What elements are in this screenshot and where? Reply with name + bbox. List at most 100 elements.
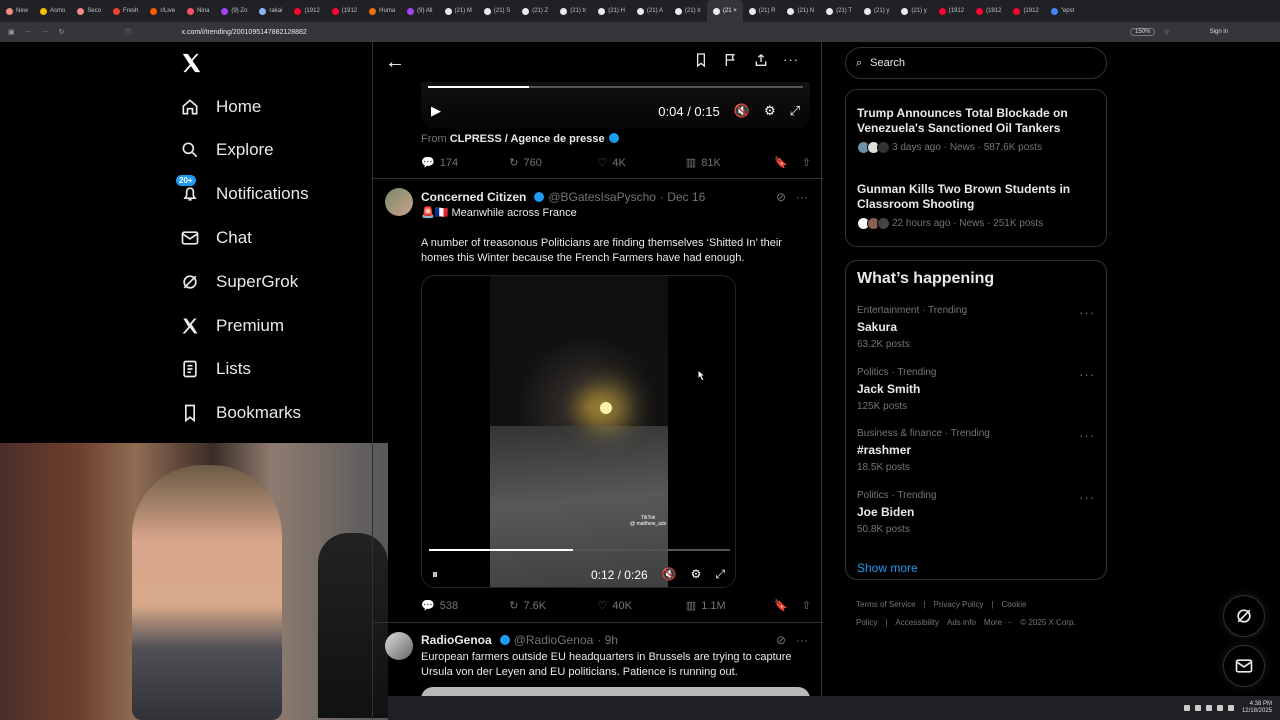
- footer-link[interactable]: Ads info: [947, 618, 976, 627]
- author-name[interactable]: RadioGenoa: [421, 633, 492, 647]
- pause-icon[interactable]: ⏸: [432, 567, 438, 582]
- author-name[interactable]: Concerned Citizen: [421, 190, 526, 204]
- like-button[interactable]: ♡ 40K: [598, 599, 686, 613]
- grok-post-icon[interactable]: ⊘: [776, 190, 786, 204]
- show-more-link[interactable]: Show more: [857, 561, 918, 575]
- site-info-icon[interactable]: ⓘ: [125, 27, 132, 37]
- browser-tab[interactable]: (9) Zo: [215, 0, 253, 22]
- avatar-radiogenoa[interactable]: [385, 632, 413, 660]
- back-browser-icon[interactable]: ←: [25, 28, 32, 36]
- author-handle[interactable]: @RadioGenoa: [514, 633, 594, 647]
- bookmark-toolbar-icon[interactable]: [693, 52, 709, 68]
- browser-tab[interactable]: (1912: [1007, 0, 1044, 22]
- like-button[interactable]: ♡ 4K: [598, 156, 686, 170]
- footer-link[interactable]: Terms of Service: [856, 600, 916, 609]
- tray-icon[interactable]: [1205, 705, 1212, 711]
- trend-more-icon[interactable]: ···: [1079, 305, 1095, 320]
- tray-icon[interactable]: [1194, 705, 1201, 711]
- views-button[interactable]: ▥ 81K: [686, 156, 774, 170]
- tray-icon[interactable]: [1227, 705, 1234, 711]
- trend-more-icon[interactable]: ···: [1079, 490, 1095, 505]
- trend-more-icon[interactable]: ···: [1079, 428, 1095, 443]
- browser-tab[interactable]: (21) y: [895, 0, 932, 22]
- trend-more-icon[interactable]: ···: [1079, 367, 1095, 382]
- search-input[interactable]: ⌕ Search: [845, 47, 1107, 79]
- fullscreen-icon[interactable]: ⤢: [790, 103, 800, 119]
- footer-link[interactable]: Accessibility: [895, 618, 939, 627]
- post-date[interactable]: · Dec 16: [660, 190, 705, 204]
- browser-tab[interactable]: (1912: [326, 0, 363, 22]
- nav-premium[interactable]: Premium: [180, 316, 284, 336]
- trend-item[interactable]: Politics · Trending Joe Biden 50.8K post…: [857, 490, 1095, 535]
- url-text[interactable]: x.com/i/trending/2001095147882128882: [182, 29, 307, 36]
- play-icon[interactable]: ▶: [431, 103, 441, 119]
- video-player-1[interactable]: ▶ 0:04 / 0:15 🔇 ⚙ ⤢: [421, 82, 810, 129]
- trend-item[interactable]: Entertainment · Trending Sakura 63.2K po…: [857, 305, 1095, 350]
- post-more-icon[interactable]: ···: [796, 190, 808, 204]
- profile-signin[interactable]: Sign in: [1210, 29, 1228, 35]
- flag-icon[interactable]: [723, 52, 739, 68]
- browser-tab[interactable]: Seco: [71, 0, 107, 22]
- browser-tab[interactable]: (21) S: [478, 0, 516, 22]
- browser-tab[interactable]: (1912: [970, 0, 1007, 22]
- footer-link[interactable]: More ···: [984, 618, 1012, 627]
- nav-chat[interactable]: Chat: [180, 228, 252, 248]
- nav-notifications[interactable]: 20+ Notifications: [176, 175, 309, 204]
- nav-lists[interactable]: Lists: [180, 359, 251, 379]
- grok-floating-button[interactable]: [1223, 595, 1265, 637]
- browser-tab[interactable]: (9) All: [401, 0, 438, 22]
- browser-tab[interactable]: (21) y: [858, 0, 895, 22]
- forward-browser-icon[interactable]: →: [42, 28, 49, 36]
- back-arrow-icon[interactable]: ←: [385, 52, 405, 72]
- trend-item[interactable]: Business & finance · Trending #rashmer 1…: [857, 428, 1095, 473]
- browser-tab[interactable]: New: [0, 0, 34, 22]
- share-post-icon[interactable]: ⇧: [802, 599, 811, 612]
- nav-bookmarks[interactable]: Bookmarks: [180, 403, 301, 423]
- video-progress-bar[interactable]: [429, 549, 730, 551]
- browser-tab[interactable]: (21) R: [743, 0, 782, 22]
- reply-button[interactable]: 💬 538: [421, 599, 509, 613]
- browser-tab[interactable]: Fresh: [107, 0, 144, 22]
- browser-tab[interactable]: (1912: [933, 0, 970, 22]
- settings-icon[interactable]: ⚙: [691, 567, 702, 582]
- browser-tab[interactable]: (21) Ir: [669, 0, 707, 22]
- zoom-indicator[interactable]: 150%: [1130, 28, 1156, 36]
- video-progress-bar[interactable]: [428, 86, 803, 88]
- browser-tab[interactable]: (21) tr: [554, 0, 592, 22]
- star-icon[interactable]: ☆: [1163, 28, 1169, 36]
- browser-tab[interactable]: Huma: [363, 0, 401, 22]
- tray-icon[interactable]: [1183, 705, 1190, 711]
- footer-link[interactable]: © 2025 X Corp.: [1020, 618, 1075, 627]
- browser-tab[interactable]: (21) A: [631, 0, 669, 22]
- browser-tab[interactable]: (21) Z: [516, 0, 554, 22]
- browser-tab[interactable]: Asmo: [34, 0, 71, 22]
- share-post-icon[interactable]: ⇧: [802, 156, 811, 169]
- repost-button[interactable]: ↻ 760: [509, 156, 597, 170]
- fullscreen-icon[interactable]: ⤢: [715, 567, 725, 582]
- browser-tab[interactable]: (21) T: [820, 0, 858, 22]
- browser-tab[interactable]: (21) H: [592, 0, 631, 22]
- reload-icon[interactable]: ↻: [59, 28, 65, 36]
- x-logo[interactable]: [180, 52, 202, 74]
- post-more-icon[interactable]: ···: [796, 633, 808, 647]
- repost-button[interactable]: ↻ 7.6K: [509, 599, 597, 613]
- bookmark-post-icon[interactable]: 🔖: [774, 156, 788, 169]
- browser-tab[interactable]: (1912: [288, 0, 325, 22]
- browser-tab[interactable]: r/Live: [144, 0, 181, 22]
- trend-item[interactable]: Politics · Trending Jack Smith 125K post…: [857, 367, 1095, 412]
- nav-supergrok[interactable]: SuperGrok: [180, 272, 298, 292]
- mute-icon[interactable]: 🔇: [734, 103, 750, 119]
- mute-icon[interactable]: 🔇: [662, 567, 677, 582]
- messages-floating-button[interactable]: [1223, 645, 1265, 687]
- browser-tab[interactable]: "epst: [1045, 0, 1080, 22]
- nav-explore[interactable]: Explore: [180, 140, 274, 160]
- source-link[interactable]: CLPRESS / Agence de presse: [450, 133, 605, 145]
- sidebar-toggle-icon[interactable]: ▣: [8, 28, 15, 36]
- views-button[interactable]: ▥ 1.1M: [686, 599, 774, 613]
- author-handle[interactable]: @BGatesIsaPyscho: [548, 190, 656, 204]
- footer-link[interactable]: Privacy Policy: [934, 600, 984, 609]
- browser-tab[interactable]: Nina: [181, 0, 215, 22]
- taskbar-clock[interactable]: 4:38 PM 12/18/2025: [1242, 701, 1272, 715]
- tray-icon[interactable]: [1216, 705, 1223, 711]
- browser-tab[interactable]: rakai: [253, 0, 288, 22]
